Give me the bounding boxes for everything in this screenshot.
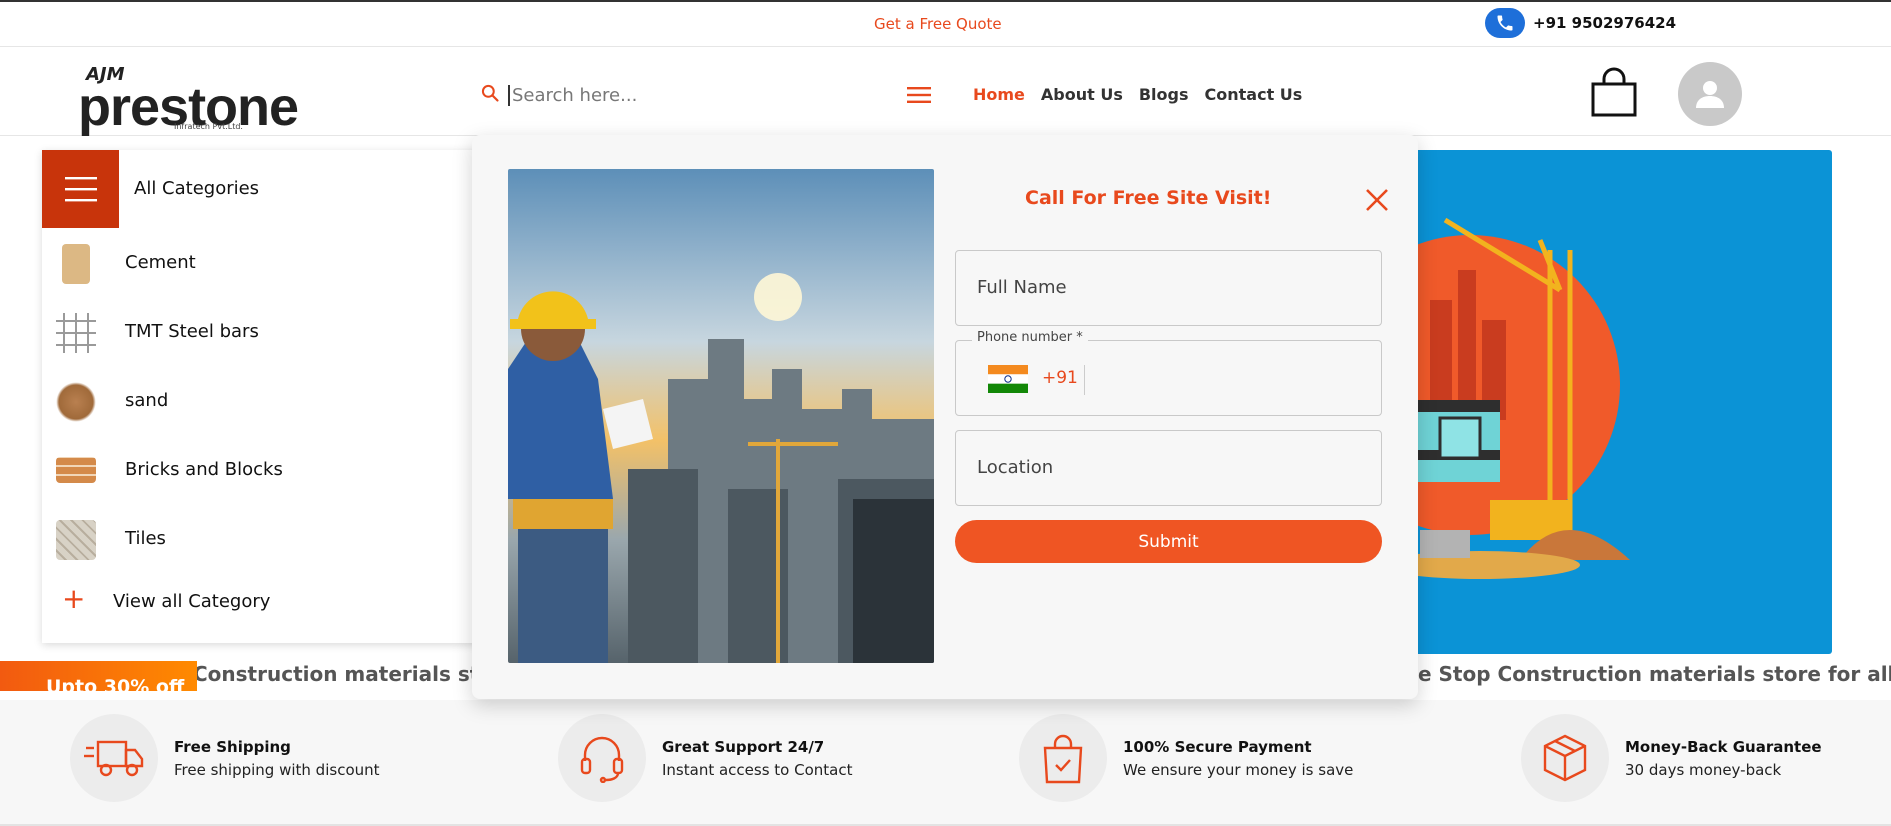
feature-title: Money-Back Guarantee bbox=[1625, 737, 1822, 756]
site-visit-modal: Call For Free Site Visit! Full Name Phon… bbox=[472, 135, 1418, 699]
full-name-placeholder: Full Name bbox=[977, 277, 1067, 298]
nav-blogs[interactable]: Blogs bbox=[1139, 85, 1189, 104]
category-panel: All Categories Cement TMT Steel bars san… bbox=[42, 150, 482, 643]
cement-icon bbox=[62, 244, 90, 284]
sand-icon bbox=[56, 382, 96, 422]
modal-title: Call For Free Site Visit! bbox=[1025, 187, 1272, 209]
feature-desc: Instant access to Contact bbox=[662, 760, 853, 779]
logo-tagline: Infratech Pvt.Ltd. bbox=[174, 122, 243, 131]
category-item-sand[interactable]: sand bbox=[42, 366, 482, 435]
category-label: Bricks and Blocks bbox=[125, 459, 283, 480]
feature-money-back: Money-Back Guarantee 30 days money-back bbox=[1521, 714, 1822, 802]
view-all-category[interactable]: + View all Category bbox=[42, 573, 482, 633]
feature-desc: 30 days money-back bbox=[1625, 760, 1782, 779]
site-logo[interactable]: AJM prestone Infratech Pvt.Ltd. bbox=[78, 54, 299, 137]
feature-title: Great Support 24/7 bbox=[662, 737, 825, 756]
phone-label: Phone number * bbox=[972, 330, 1088, 345]
phone-icon bbox=[1485, 8, 1525, 38]
feature-desc: We ensure your money is save bbox=[1123, 760, 1354, 779]
box-icon bbox=[1521, 714, 1609, 802]
shopping-bag-icon[interactable] bbox=[1590, 66, 1638, 122]
hero-banner[interactable] bbox=[1410, 150, 1832, 654]
category-label: Tiles bbox=[125, 528, 166, 549]
category-item-tmt-steel[interactable]: TMT Steel bars bbox=[42, 297, 482, 366]
free-quote-link[interactable]: Get a Free Quote bbox=[874, 15, 1002, 33]
location-placeholder: Location bbox=[977, 457, 1054, 478]
menu-toggle-icon[interactable] bbox=[907, 86, 931, 108]
category-menu-icon[interactable] bbox=[42, 150, 119, 228]
top-bar: Get a Free Quote +91 9502976424 bbox=[0, 0, 1891, 47]
category-item-bricks[interactable]: Bricks and Blocks bbox=[42, 435, 482, 504]
category-title: All Categories bbox=[134, 178, 260, 199]
truck-icon bbox=[70, 714, 158, 802]
feature-title: 100% Secure Payment bbox=[1123, 737, 1312, 756]
category-item-tiles[interactable]: Tiles bbox=[42, 504, 482, 573]
phone-number: +91 9502976424 bbox=[1533, 14, 1677, 32]
submit-button[interactable]: Submit bbox=[955, 520, 1382, 563]
view-all-label: View all Category bbox=[113, 591, 271, 612]
main-nav: Home About Us Blogs Contact Us bbox=[973, 85, 1302, 104]
feature-desc: Free shipping with discount bbox=[174, 760, 380, 779]
search-input[interactable] bbox=[508, 84, 868, 106]
phone-number-field[interactable]: Phone number * +91 bbox=[955, 330, 1382, 416]
close-icon[interactable] bbox=[1364, 187, 1390, 217]
search-bar bbox=[480, 78, 900, 112]
category-header[interactable]: All Categories bbox=[42, 150, 482, 228]
field-divider bbox=[1084, 365, 1085, 395]
headset-icon bbox=[558, 714, 646, 802]
country-code[interactable]: +91 bbox=[1042, 368, 1078, 388]
bricks-icon bbox=[56, 457, 96, 483]
user-avatar-icon[interactable] bbox=[1678, 62, 1742, 126]
full-name-field[interactable]: Full Name bbox=[955, 250, 1382, 326]
secure-bag-icon bbox=[1019, 714, 1107, 802]
construction-illustration bbox=[1410, 217, 1630, 579]
feature-title: Free Shipping bbox=[174, 737, 291, 756]
main-header: AJM prestone Infratech Pvt.Ltd. Home Abo… bbox=[0, 48, 1891, 137]
offer-text: Upto 30% off bbox=[46, 676, 185, 698]
search-icon[interactable] bbox=[480, 83, 500, 107]
marquee-right: e Stop Construction materials store for … bbox=[1418, 662, 1891, 686]
tiles-icon bbox=[56, 520, 96, 560]
engineer-city-photo bbox=[508, 169, 934, 663]
marquee-left: Construction materials store bbox=[193, 662, 517, 686]
category-label: sand bbox=[125, 390, 169, 411]
category-item-cement[interactable]: Cement bbox=[42, 228, 482, 297]
feature-secure-payment: 100% Secure Payment We ensure your money… bbox=[1019, 714, 1353, 802]
plus-icon: + bbox=[62, 582, 86, 615]
feature-support: Great Support 24/7 Instant access to Con… bbox=[558, 714, 852, 802]
steel-mesh-icon bbox=[56, 313, 96, 353]
features-strip: Free Shipping Free shipping with discoun… bbox=[0, 700, 1891, 826]
offer-badge[interactable]: Upto 30% off bbox=[0, 661, 197, 698]
category-label: TMT Steel bars bbox=[125, 321, 259, 342]
location-field[interactable]: Location bbox=[955, 430, 1382, 506]
phone-contact[interactable]: +91 9502976424 bbox=[1485, 8, 1676, 38]
feature-free-shipping: Free Shipping Free shipping with discoun… bbox=[70, 714, 380, 802]
nav-home[interactable]: Home bbox=[973, 85, 1025, 104]
nav-about-us[interactable]: About Us bbox=[1041, 85, 1123, 104]
nav-contact-us[interactable]: Contact Us bbox=[1205, 85, 1303, 104]
category-label: Cement bbox=[125, 252, 196, 273]
india-flag-icon[interactable] bbox=[988, 365, 1028, 393]
